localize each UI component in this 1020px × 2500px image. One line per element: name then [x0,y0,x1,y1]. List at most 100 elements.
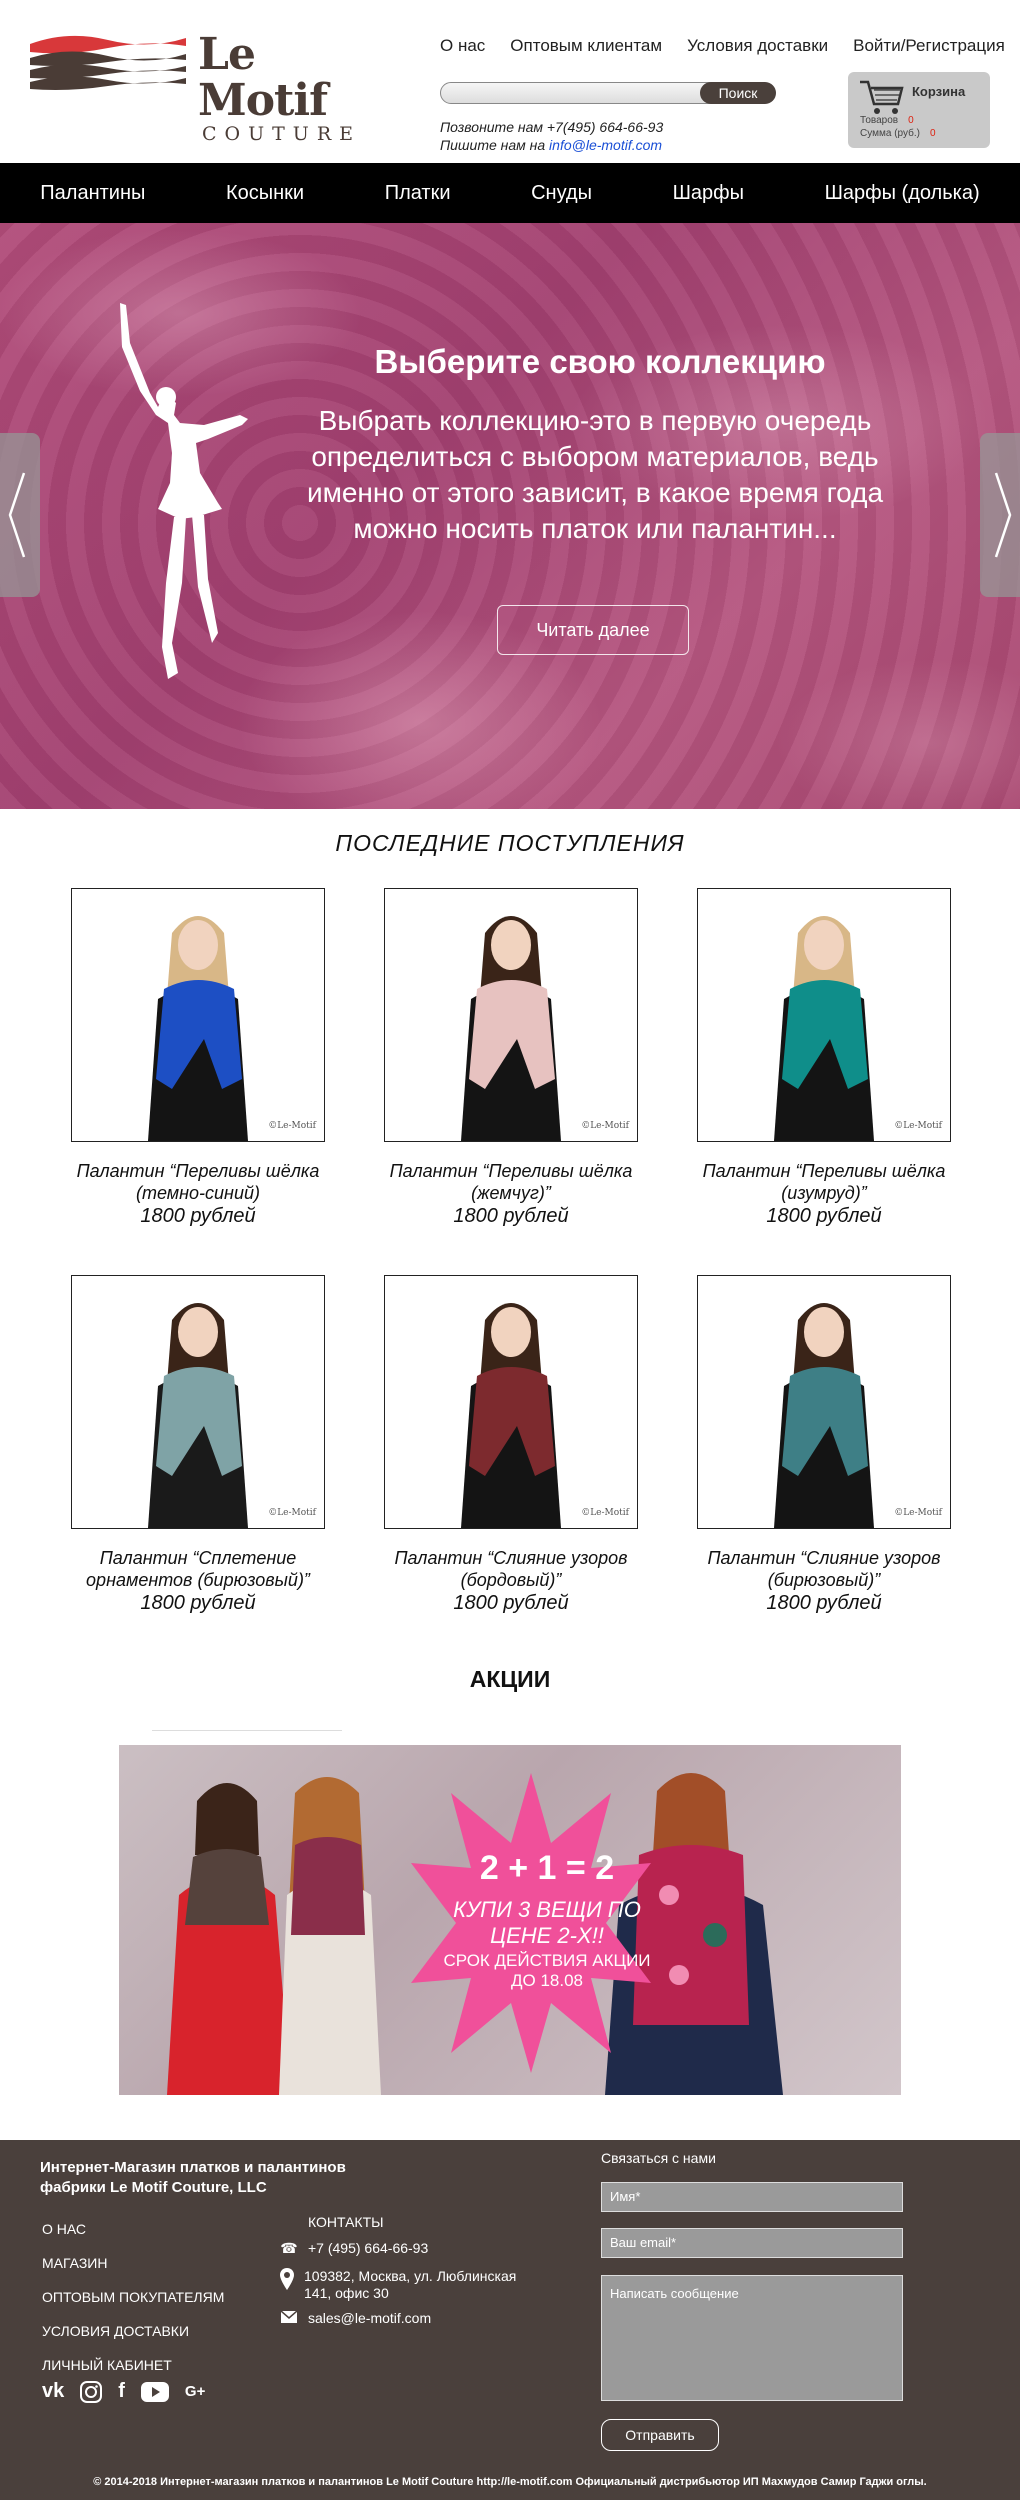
copyright: © 2014-2018 Интернет-магазин платков и п… [93,2476,927,2488]
cart-sum-label: Сумма (руб.) [860,128,920,139]
hero-text: Выбрать коллекцию-это в первую очередь о… [306,405,884,544]
contact-form-title: Связаться с нами [601,2150,716,2166]
name-field[interactable]: Имя* [601,2182,903,2212]
product-price: 1800 рублей [766,1592,882,1614]
product-name[interactable]: Палантин “Переливы шёлка (жемчуг)” [384,1160,638,1204]
logo-waves-icon [30,35,186,90]
model-photo [461,1303,561,1528]
product-price: 1800 рублей [453,1592,569,1614]
product-image[interactable]: ©Le-Motif [697,1275,951,1529]
model-photo [148,1303,248,1528]
product-name[interactable]: Палантин “Переливы шёлка (темно-синий) [71,1160,325,1204]
email-field[interactable]: Ваш email* [601,2228,903,2258]
watermark: ©Le-Motif [581,1508,629,1518]
product-price: 1800 рублей [766,1205,882,1227]
product-card[interactable]: ©Le-Motif Палантин “Переливы шёлка (темно… [71,888,325,1228]
footer-company: Интернет-Магазин платков и палантинов фа… [40,2159,346,2196]
promo-offer: 2 + 1 = 2 [479,1849,615,1887]
chevron-right-icon [994,472,1012,558]
product-image[interactable]: ©Le-Motif [71,888,325,1142]
watermark: ©Le-Motif [268,1508,316,1518]
facebook-icon[interactable]: f [118,2380,125,2403]
hero-slider: Выберите свою коллекцию Выбрать коллекци… [0,223,1020,809]
logo[interactable]: Le Motif COUTURE [28,30,368,144]
product-price: 1800 рублей [140,1592,256,1614]
footer-email[interactable]: sales@le-motif.com [308,2310,431,2327]
hero-title: Выберите свою коллекцию [374,343,826,380]
model-photo [774,1303,874,1528]
vk-icon[interactable]: vk [42,2380,64,2403]
footer-phone: +7 (495) 664-66-93 [308,2240,429,2256]
header: Le Motif COUTURE О нас Оптовым клиентам … [0,0,1020,163]
watermark: ©Le-Motif [894,1121,942,1131]
social-links: vk f G+ [42,2380,205,2403]
cart-widget[interactable]: Корзина Товаров 0 Сумма (руб.) 0 [848,72,990,148]
product-name[interactable]: Палантин “Сплетение орнаментов (бирюзовы… [71,1547,325,1591]
product-card[interactable]: ©Le-Motif Палантин “Переливы шёлка (жемчу… [384,888,638,1228]
google-plus-icon[interactable]: G+ [185,2383,205,2400]
chevron-left-icon [8,472,26,558]
watermark: ©Le-Motif [268,1121,316,1131]
topnav-wholesale[interactable]: Оптовым клиентам [510,36,662,56]
nav-palantiny[interactable]: Палантины [40,182,145,205]
product-image[interactable]: ©Le-Motif [384,888,638,1142]
youtube-icon[interactable] [140,2381,169,2402]
nav-sharfy[interactable]: Шарфы [673,182,744,205]
footer-link-delivery[interactable]: УСЛОВИЯ ДОСТАВКИ [42,2314,224,2348]
slider-next-button[interactable] [980,433,1020,597]
latest-title: ПОСЛЕДНИЕ ПОСТУПЛЕНИЯ [335,830,685,856]
watermark: ©Le-Motif [894,1508,942,1518]
product-name[interactable]: Палантин “Переливы шёлка (изумруд)” [697,1160,951,1204]
product-card[interactable]: ©Le-Motif Палантин “Переливы шёлка (изумр… [697,888,951,1228]
footer-address: 109382, Москва, ул. Люблинская 141, офис… [304,2268,517,2301]
cart-items-value: 0 [908,115,914,126]
footer-link-shop[interactable]: МАГАЗИН [42,2246,224,2280]
footer-links: О НАС МАГАЗИН ОПТОВЫМ ПОКУПАТЕЛЯМ УСЛОВИ… [42,2212,224,2382]
phone-icon: ☎ [280,2240,298,2256]
product-name[interactable]: Палантин “Слияние узоров (бирюзовый)” [697,1547,951,1591]
promo-banner[interactable]: 2 + 1 = 2 КУПИ 3 ВЕЩИ ПО ЦЕНЕ 2-Х!! СРОК… [119,1745,901,2095]
instagram-icon[interactable] [80,2380,103,2403]
product-name[interactable]: Палантин “Слияние узоров (бордовый)” [384,1547,638,1591]
cart-icon [860,80,904,114]
footer-link-wholesale[interactable]: ОПТОВЫМ ПОКУПАТЕЛЯМ [42,2280,224,2314]
read-more-button[interactable]: Читать далее [497,605,689,655]
phone-line: Позвоните нам +7(495) 664-66-93 [440,119,664,135]
cart-sum-value: 0 [929,128,936,139]
map-pin-icon [280,2268,294,2302]
ballerina-icon [120,303,248,679]
product-image[interactable]: ©Le-Motif [71,1275,325,1529]
email-prefix: Пишите нам на [440,137,550,153]
nav-kosynki[interactable]: Косынки [226,182,304,205]
product-image[interactable]: ©Le-Motif [697,888,951,1142]
logo-title: Le Motif [198,29,328,126]
nav-sharfy-dolka[interactable]: Шарфы (долька) [825,182,980,205]
logo-subtitle: COUTURE [202,123,361,145]
product-card[interactable]: ©Le-Motif Палантин “Слияние узоров (бордо… [384,1275,638,1615]
slider-prev-button[interactable] [0,433,40,597]
header-contacts: Позвоните нам +7(495) 664-66-93 Пишите н… [440,118,663,154]
nav-snudy[interactable]: Снуды [531,182,592,205]
product-card[interactable]: ©Le-Motif Палантин “Сплетение орнаментов … [71,1275,325,1615]
search-button[interactable]: Поиск [700,82,776,104]
message-field[interactable]: Написать сообщение [601,2275,903,2401]
product-price: 1800 рублей [453,1205,569,1227]
product-image[interactable]: ©Le-Motif [384,1275,638,1529]
footer-link-account[interactable]: ЛИЧНЫЙ КАБИНЕТ [42,2348,224,2382]
page: Le Motif COUTURE О нас Оптовым клиентам … [0,0,1020,2500]
mail-icon [280,2310,298,2327]
model-photo [461,916,561,1141]
send-button[interactable]: Отправить [601,2419,719,2451]
main-nav: Палантины Косынки Платки Снуды Шарфы Шар… [0,163,1020,223]
contacts-title: КОНТАКТЫ [308,2214,384,2230]
top-nav: О нас Оптовым клиентам Условия доставки … [440,36,1005,56]
email-link[interactable]: info@le-motif.com [549,137,662,153]
search-input[interactable] [440,82,720,104]
nav-platki[interactable]: Платки [385,182,451,205]
topnav-login[interactable]: Войти/Регистрация [853,36,1005,56]
product-card[interactable]: ©Le-Motif Палантин “Слияние узоров (бирюз… [697,1275,951,1615]
topnav-delivery[interactable]: Условия доставки [687,36,828,56]
watermark: ©Le-Motif [581,1121,629,1131]
footer-link-about[interactable]: О НАС [42,2212,224,2246]
topnav-about[interactable]: О нас [440,36,485,56]
